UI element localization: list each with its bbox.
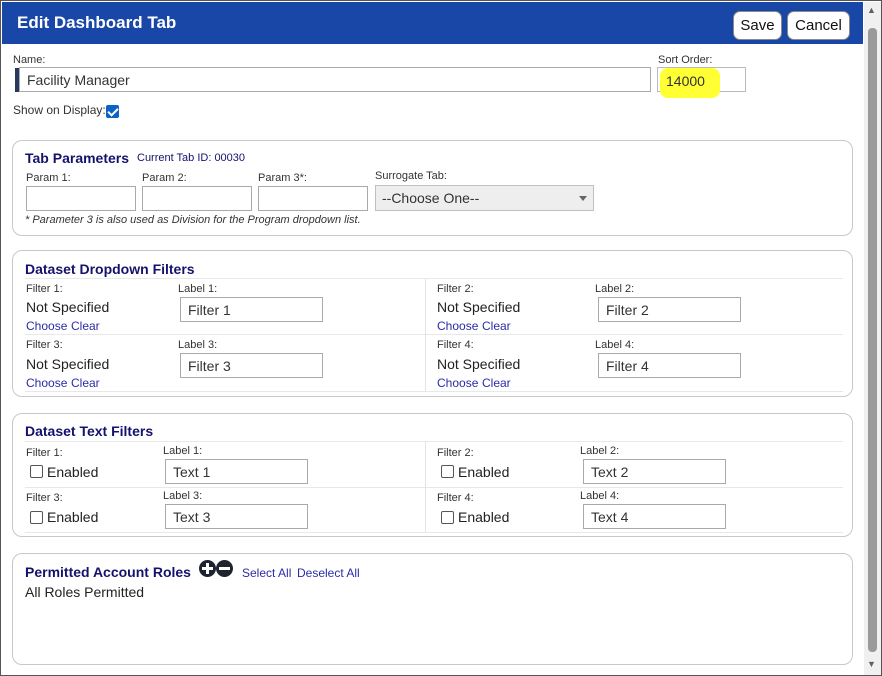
param1-input[interactable] (26, 186, 136, 211)
text-filters-title: Dataset Text Filters (25, 423, 154, 439)
text-filter2-label: Filter 2: (437, 447, 474, 459)
dropdown-filter3-value: Not Specified (26, 356, 110, 372)
dropdown-filters-title: Dataset Dropdown Filters (25, 261, 195, 277)
param2-label: Param 2: (142, 172, 187, 184)
dropdown-label1-label: Label 1: (178, 283, 218, 295)
surrogate-tab-select[interactable]: --Choose One-- (375, 185, 594, 211)
param3-label: Param 3*: (258, 172, 307, 184)
divider (25, 441, 843, 442)
roles-status: All Roles Permitted (25, 584, 145, 600)
remove-role-icon[interactable] (216, 560, 233, 577)
param2-input[interactable] (142, 186, 252, 211)
dropdown-filter2-label: Filter 2: (437, 283, 474, 295)
dropdown-label4-label: Label 4: (595, 339, 635, 351)
sort-order-input[interactable]: 14000 (657, 67, 746, 98)
edit-dashboard-tab-dialog: Edit Dashboard Tab Save Cancel ▲ ▼ Name:… (0, 0, 882, 676)
sort-order-value: 14000 (666, 73, 705, 89)
text-filter1-enabled-checkbox[interactable] (30, 465, 43, 478)
chevron-down-icon (579, 196, 587, 201)
dropdown-label1-input[interactable]: Filter 1 (180, 297, 323, 322)
dropdown-filter2-choose-link[interactable]: Choose (437, 319, 478, 333)
text-label1-input[interactable]: Text 1 (165, 459, 308, 484)
divider (25, 278, 843, 279)
text-filter1-label: Filter 1: (26, 447, 63, 459)
dropdown-label3-label: Label 3: (178, 339, 218, 351)
sort-order-label: Sort Order: (658, 54, 713, 66)
divider (25, 487, 843, 488)
text-label2-label: Label 2: (580, 445, 620, 457)
name-input[interactable]: Facility Manager (19, 67, 651, 92)
dropdown-filter3-choose-link[interactable]: Choose (26, 376, 67, 390)
tab-parameters-title: Tab Parameters (25, 150, 130, 166)
scroll-up-icon[interactable]: ▲ (867, 5, 876, 15)
divider (425, 442, 426, 532)
param1-label: Param 1: (26, 172, 71, 184)
add-role-icon[interactable] (199, 560, 216, 577)
name-label: Name: (13, 54, 46, 66)
surrogate-tab-label: Surrogate Tab: (375, 170, 447, 182)
text-filter3-enabled-checkbox[interactable] (30, 511, 43, 524)
dropdown-label2-input[interactable]: Filter 2 (598, 297, 741, 322)
scroll-down-icon[interactable]: ▼ (867, 659, 876, 669)
param3-input[interactable] (258, 186, 368, 211)
dropdown-filter4-choose-link[interactable]: Choose (437, 376, 478, 390)
scrollbar-thumb[interactable] (868, 28, 877, 652)
vertical-scrollbar[interactable]: ▲ ▼ (864, 2, 881, 675)
dropdown-filter2-value: Not Specified (437, 299, 521, 315)
dropdown-label4-input[interactable]: Filter 4 (598, 353, 741, 378)
dropdown-label3-input[interactable]: Filter 3 (180, 353, 323, 378)
account-roles-title: Permitted Account Roles (25, 564, 191, 580)
deselect-all-link[interactable]: Deselect All (297, 566, 360, 580)
text-filter4-label: Filter 4: (437, 492, 474, 504)
text-filter3-enabled-label: Enabled (47, 509, 99, 525)
divider (425, 279, 426, 391)
text-label4-label: Label 4: (580, 490, 620, 502)
dropdown-filter1-label: Filter 1: (26, 283, 63, 295)
dropdown-label2-label: Label 2: (595, 283, 635, 295)
text-filter2-enabled-checkbox[interactable] (441, 465, 454, 478)
surrogate-tab-value: --Choose One-- (382, 190, 480, 206)
divider (25, 532, 843, 533)
text-label4-input[interactable]: Text 4 (583, 504, 726, 529)
text-filters-section: Dataset Text Filters Filter 1: Enabled L… (12, 413, 853, 537)
dropdown-filter4-clear-link[interactable]: Clear (482, 376, 511, 390)
text-filter2-enabled-label: Enabled (458, 464, 510, 480)
text-label3-label: Label 3: (163, 490, 203, 502)
dialog-title-bar: Edit Dashboard Tab Save Cancel (2, 2, 863, 44)
text-filter4-enabled-label: Enabled (458, 509, 510, 525)
dropdown-filter1-clear-link[interactable]: Clear (71, 319, 100, 333)
tab-parameters-section: Tab Parameters Current Tab ID: 00030 Par… (12, 140, 853, 236)
current-tab-id: Current Tab ID: 00030 (137, 152, 246, 164)
divider (25, 391, 843, 392)
dropdown-filter1-value: Not Specified (26, 299, 110, 315)
dropdown-filter2-clear-link[interactable]: Clear (482, 319, 511, 333)
dialog-title: Edit Dashboard Tab (17, 13, 177, 32)
parameter-footnote: * Parameter 3 is also used as Division f… (25, 214, 361, 226)
divider (25, 334, 843, 335)
dropdown-filter4-label: Filter 4: (437, 339, 474, 351)
cancel-button[interactable]: Cancel (787, 11, 850, 40)
text-label1-label: Label 1: (163, 445, 203, 457)
text-filter4-enabled-checkbox[interactable] (441, 511, 454, 524)
show-on-display-checkbox[interactable] (106, 105, 119, 118)
text-label2-input[interactable]: Text 2 (583, 459, 726, 484)
dropdown-filters-section: Dataset Dropdown Filters Filter 1: Not S… (12, 250, 853, 397)
dropdown-filter1-choose-link[interactable]: Choose (26, 319, 67, 333)
dropdown-filter3-label: Filter 3: (26, 339, 63, 351)
dropdown-filter3-clear-link[interactable]: Clear (71, 376, 100, 390)
save-button[interactable]: Save (733, 11, 782, 40)
text-label3-input[interactable]: Text 3 (165, 504, 308, 529)
dropdown-filter4-value: Not Specified (437, 356, 521, 372)
text-filter1-enabled-label: Enabled (47, 464, 99, 480)
text-filter3-label: Filter 3: (26, 492, 63, 504)
select-all-link[interactable]: Select All (242, 566, 291, 580)
show-on-display-label: Show on Display: (13, 103, 106, 117)
account-roles-section: Permitted Account Roles Select All Desel… (12, 553, 853, 665)
